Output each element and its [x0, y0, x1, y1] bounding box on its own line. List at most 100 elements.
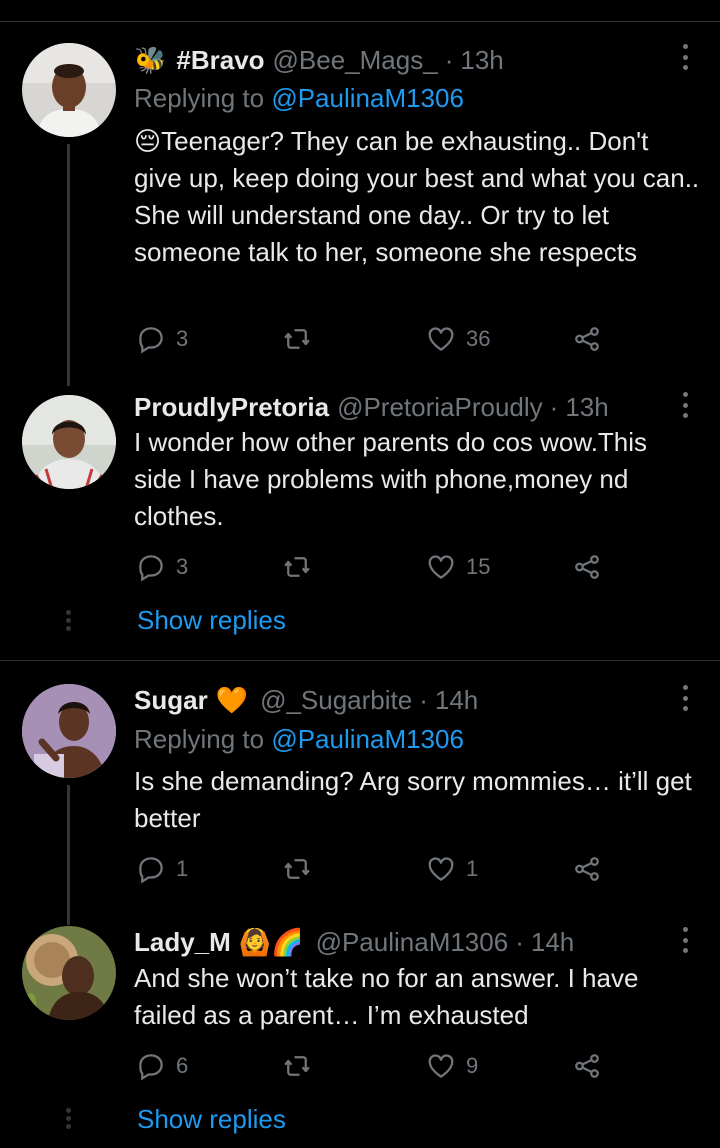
like-button[interactable]: 36	[426, 322, 490, 356]
like-count: 1	[466, 856, 479, 881]
heart-icon	[428, 555, 454, 579]
thread-line	[67, 144, 70, 386]
more-options-icon[interactable]	[680, 392, 690, 418]
bee-icon: 🐝	[134, 45, 167, 75]
more-options-icon[interactable]	[680, 685, 690, 711]
reply-icon	[139, 857, 163, 884]
tweet-actions: 1 1	[134, 852, 614, 886]
user-handle[interactable]: @PaulinaM1306	[316, 927, 509, 958]
tweet-text: And she won’t take no for an answer. I h…	[134, 960, 700, 1034]
avatar-image	[22, 395, 116, 489]
avatar-image	[22, 926, 116, 1020]
reply-button[interactable]: 3	[136, 550, 188, 584]
tweet-text: 😔Teenager? They can be exhausting.. Don'…	[134, 123, 700, 271]
top-divider	[0, 21, 720, 22]
replying-to-line: Replying to @PaulinaM1306	[134, 83, 464, 114]
more-options-icon[interactable]	[680, 927, 690, 953]
separator-dot: ·	[549, 391, 559, 422]
tweet-text: I wonder how other parents do cos wow.Th…	[134, 424, 700, 535]
heart-icon	[428, 857, 454, 881]
reply-count: 6	[176, 1053, 189, 1078]
mention-link[interactable]: @PaulinaM1306	[271, 724, 464, 754]
reply-count: 3	[176, 326, 189, 351]
share-icon	[575, 327, 599, 351]
timestamp[interactable]: 14h	[435, 685, 478, 716]
separator-dot: ·	[419, 684, 428, 715]
user-handle[interactable]: @_Sugarbite	[260, 685, 412, 716]
reply-count: 1	[176, 856, 189, 881]
avatar-proudlypretoria[interactable]	[22, 395, 116, 489]
tweet-text-content: Teenager? They can be exhausting.. Don't…	[134, 126, 700, 267]
reply-count: 3	[176, 554, 189, 579]
like-count: 15	[466, 554, 491, 579]
reply-icon	[139, 327, 163, 354]
retweet-button[interactable]	[282, 1049, 322, 1083]
avatar-lady-m[interactable]	[22, 926, 116, 1020]
like-button[interactable]: 1	[426, 852, 478, 886]
share-button[interactable]	[572, 550, 602, 584]
retweet-icon	[284, 557, 310, 577]
user-handle[interactable]: @PretoriaProudly	[337, 392, 543, 423]
share-button[interactable]	[572, 322, 602, 356]
tweet-header: 🐝 #Bravo @Bee_Mags_ · 13h	[134, 43, 504, 77]
display-name[interactable]: Lady_M	[134, 927, 231, 958]
retweet-button[interactable]	[282, 852, 322, 886]
retweet-button[interactable]	[282, 322, 322, 356]
tweet-header: Sugar 🧡 @_Sugarbite · 14h	[134, 683, 478, 717]
avatar-image	[22, 43, 116, 137]
tweet-text: Is she demanding? Arg sorry mommies… it’…	[134, 763, 700, 837]
like-count: 36	[466, 326, 491, 351]
retweet-icon	[284, 1056, 310, 1076]
tweet-text-content: Is she demanding? Arg sorry mommies… it’…	[134, 766, 692, 833]
timestamp[interactable]: 13h	[565, 392, 608, 423]
heart-icon	[428, 327, 454, 351]
avatar-sugar[interactable]	[22, 684, 116, 778]
show-replies-link[interactable]: Show replies	[137, 605, 286, 636]
replying-to-label: Replying to	[134, 83, 265, 113]
display-name[interactable]: #Bravo	[176, 45, 264, 76]
reply-button[interactable]: 1	[136, 852, 188, 886]
pensive-face-icon: 😔	[134, 126, 162, 156]
orange-heart-icon: 🧡	[215, 685, 249, 715]
reply-icon	[139, 555, 163, 582]
share-icon	[575, 555, 599, 579]
tweet-text-content: I wonder how other parents do cos wow.Th…	[134, 427, 648, 531]
person-ok-rainbow-icon: 🙆🌈	[238, 927, 304, 957]
heart-icon	[428, 1054, 454, 1078]
separator-dot: ·	[444, 44, 454, 75]
display-name[interactable]: Sugar	[134, 685, 208, 716]
retweet-icon	[284, 859, 310, 879]
like-count: 9	[466, 1053, 479, 1078]
avatar-bravo[interactable]	[22, 43, 116, 137]
reply-icon	[139, 1054, 163, 1081]
retweet-button[interactable]	[282, 550, 322, 584]
separator-dot: ·	[515, 926, 524, 957]
share-button[interactable]	[572, 1049, 602, 1083]
timestamp[interactable]: 13h	[460, 45, 503, 76]
like-button[interactable]: 9	[426, 1049, 478, 1083]
share-icon	[575, 857, 599, 881]
share-button[interactable]	[572, 852, 602, 886]
replying-to-line: Replying to @PaulinaM1306	[134, 724, 464, 755]
thread-line	[67, 785, 70, 925]
user-handle[interactable]: @Bee_Mags_	[273, 45, 438, 76]
more-options-icon[interactable]	[680, 44, 690, 70]
show-replies-link[interactable]: Show replies	[137, 1104, 286, 1135]
like-button[interactable]: 15	[426, 550, 490, 584]
timestamp[interactable]: 14h	[531, 927, 574, 958]
display-name[interactable]: ProudlyPretoria	[134, 392, 329, 423]
avatar-image	[22, 684, 116, 778]
reply-button[interactable]: 6	[136, 1049, 188, 1083]
retweet-icon	[284, 329, 310, 349]
tweet-actions: 3 36	[134, 322, 614, 356]
thread-divider	[0, 660, 720, 661]
tweet-actions: 6 9	[134, 1049, 614, 1083]
mention-link[interactable]: @PaulinaM1306	[271, 83, 464, 113]
tweet-header: Lady_M 🙆🌈 @PaulinaM1306 · 14h	[134, 925, 574, 959]
tweet-text-content: And she won’t take no for an answer. I h…	[134, 963, 639, 1030]
reply-button[interactable]: 3	[136, 322, 188, 356]
tweet-header: ProudlyPretoria @PretoriaProudly · 13h	[134, 390, 609, 424]
tweet-actions: 3 15	[134, 550, 614, 584]
replying-to-label: Replying to	[134, 724, 265, 754]
thread-continuation-icon	[66, 1108, 71, 1129]
